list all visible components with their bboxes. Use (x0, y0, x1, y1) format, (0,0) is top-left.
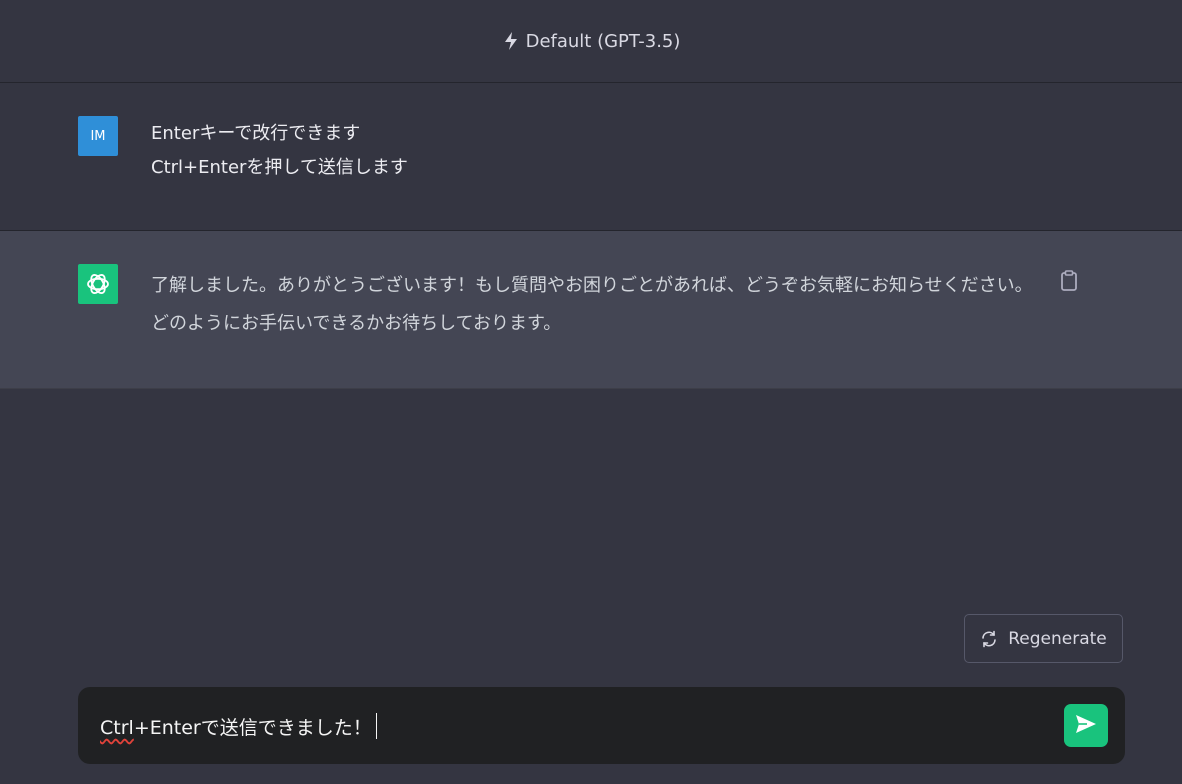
openai-logo-icon (78, 264, 118, 304)
refresh-icon (980, 630, 998, 648)
avatar-initials: IM (90, 128, 106, 144)
assistant-message: 了解しました。ありがとうございます！もし質問やお困りごとがあれば、どうぞお気軽に… (0, 231, 1182, 389)
model-header: Default (GPT-3.5) (0, 0, 1182, 83)
assistant-message-text: 了解しました。ありがとうございます！もし質問やお困りごとがあれば、どうぞお気軽に… (151, 275, 1033, 334)
send-icon (1075, 714, 1097, 738)
user-message-line-2: Ctrl+Enterを押して送信します (151, 157, 408, 178)
text-caret (375, 713, 377, 739)
bolt-icon (502, 31, 520, 51)
regenerate-button[interactable]: Regenerate (964, 614, 1123, 663)
user-message-text: Enterキーで改行できます Ctrl+Enterを押して送信します (151, 117, 408, 185)
input-text-misspelled: Ctrl (100, 717, 134, 739)
user-message-line-1: Enterキーで改行できます (151, 123, 361, 144)
regenerate-label: Regenerate (1008, 628, 1107, 649)
model-label: Default (GPT-3.5) (525, 30, 681, 52)
clipboard-icon[interactable] (1058, 269, 1080, 293)
input-text: +Enterで送信できました！ (133, 717, 372, 739)
send-button[interactable] (1064, 704, 1108, 747)
user-message: IM Enterキーで改行できます Ctrl+Enterを押して送信します (0, 83, 1182, 231)
user-avatar: IM (78, 116, 118, 156)
message-input[interactable]: Ctrl+Enterで送信できました！ (100, 713, 377, 740)
message-composer[interactable]: Ctrl+Enterで送信できました！ (78, 687, 1125, 764)
